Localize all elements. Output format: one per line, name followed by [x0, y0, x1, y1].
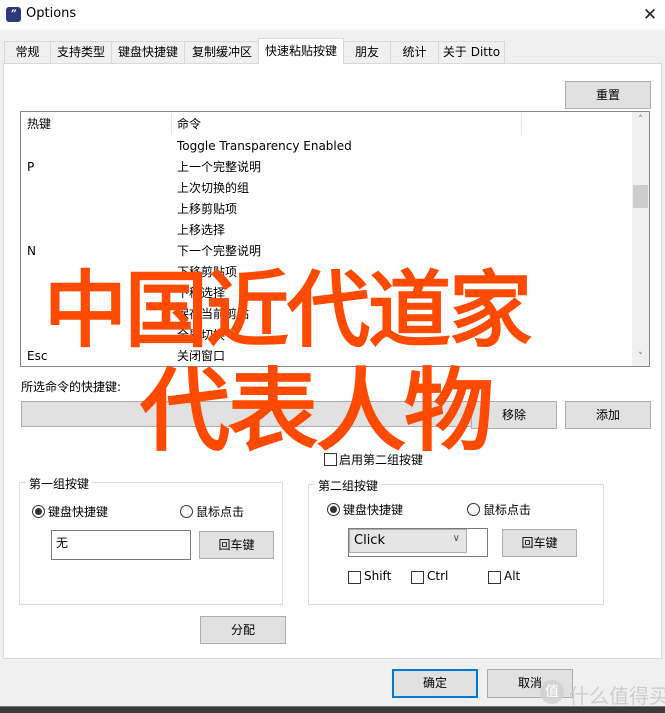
group2-title: 第二组按键 — [315, 477, 382, 494]
group2-radio-keyboard[interactable] — [327, 503, 340, 516]
tab-quick-paste-keys[interactable]: 快速粘贴按键 — [258, 38, 344, 64]
selected-command-shortcut-label: 所选命令的快捷键: — [21, 380, 122, 394]
row-command: 保存当前剪贴 — [177, 307, 250, 321]
list-row[interactable]: 下移选择 — [21, 283, 632, 304]
close-icon: ✕ — [642, 5, 658, 25]
column-header-hotkey[interactable]: 热键 — [21, 112, 171, 136]
shift-checkbox[interactable] — [348, 571, 361, 584]
row-command: 下一个完整说明 — [177, 244, 262, 258]
list-row[interactable]: P 上一个完整说明 — [21, 157, 632, 178]
group1-radio-mouse[interactable] — [180, 505, 193, 518]
list-row[interactable]: N 下一个完整说明 — [21, 241, 632, 262]
group2-key-field[interactable]: Click ∨ — [348, 528, 488, 557]
tab-friends[interactable]: 朋友 — [343, 41, 391, 63]
tab-copy-buffers[interactable]: 复制缓冲区 — [184, 41, 260, 63]
alt-checkbox[interactable] — [488, 571, 501, 584]
row-command: Toggle Transparency Enabled — [177, 139, 352, 153]
add-button[interactable]: 添加 — [565, 401, 651, 429]
tab-about[interactable]: 关于 Ditto — [438, 41, 505, 63]
watermark-logo-icon: 值 — [540, 680, 564, 704]
group2-enter-button[interactable]: 回车键 — [502, 529, 577, 557]
row-command: 上一个完整说明 — [177, 160, 262, 174]
group1-radio-keyboard[interactable] — [32, 505, 45, 518]
list-row[interactable]: Esc 关闭窗口 — [21, 346, 632, 366]
scroll-thumb[interactable] — [633, 185, 648, 208]
group1-key-input[interactable]: 无 — [51, 530, 191, 560]
chevron-down-icon: ∨ — [452, 533, 460, 544]
list-row[interactable]: 全屏切换 — [21, 325, 632, 346]
shortcut-field[interactable] — [21, 401, 529, 427]
row-hotkey: Esc — [27, 349, 48, 363]
group1-enter-button[interactable]: 回车键 — [199, 531, 274, 559]
group1-title: 第一组按键 — [26, 475, 93, 492]
window-title: Options — [26, 6, 77, 21]
vertical-scrollbar[interactable]: ˄ ˅ — [632, 112, 649, 366]
ctrl-checkbox[interactable] — [411, 571, 424, 584]
list-row[interactable]: 上移选择 — [21, 220, 632, 241]
tab-general[interactable]: 常规 — [4, 41, 51, 63]
remove-button[interactable]: 移除 — [471, 401, 557, 429]
tab-stats[interactable]: 统计 — [390, 41, 439, 63]
scroll-up-icon[interactable]: ˄ — [632, 112, 649, 129]
row-command: 上次切换的组 — [177, 181, 250, 195]
list-row[interactable]: 下移剪贴项 — [21, 262, 632, 283]
row-command: 下移剪贴项 — [177, 265, 238, 279]
ctrl-label: Ctrl — [427, 569, 449, 583]
row-command: 上移剪贴项 — [177, 202, 238, 216]
list-row[interactable]: 保存当前剪贴 — [21, 304, 632, 325]
reset-button[interactable]: 重置 — [565, 81, 651, 109]
group2-radio-mouse-label: 鼠标点击 — [483, 503, 532, 517]
list-row[interactable]: 上移剪贴项 — [21, 199, 632, 220]
background-strip — [0, 706, 665, 713]
title-bar — [0, 0, 665, 30]
hotkey-list[interactable]: 热键 命令 Toggle Transparency Enabled P 上一个完整… — [20, 111, 650, 367]
app-icon: ” — [6, 7, 21, 22]
enable-second-group-label: 启用第二组按键 — [339, 453, 424, 467]
group2-radio-keyboard-label: 键盘快捷键 — [343, 503, 404, 517]
assign-button[interactable]: 分配 — [200, 616, 286, 644]
group1-radio-mouse-label: 鼠标点击 — [196, 505, 245, 519]
row-command: 下移选择 — [177, 286, 226, 300]
row-command: 全屏切换 — [177, 328, 226, 342]
enable-second-group-checkbox[interactable] — [324, 453, 337, 466]
tab-supported-types[interactable]: 支持类型 — [50, 41, 112, 63]
ok-button[interactable]: 确定 — [392, 669, 478, 698]
row-command: 上移选择 — [177, 223, 226, 237]
shift-label: Shift — [364, 569, 392, 583]
row-hotkey: N — [27, 244, 36, 258]
group2-radio-mouse[interactable] — [467, 503, 480, 516]
list-header: 热键 命令 — [21, 112, 632, 136]
group2-mouse-dropdown[interactable]: Click ∨ — [349, 529, 467, 553]
scroll-down-icon[interactable]: ˅ — [632, 349, 649, 366]
column-separator — [521, 114, 522, 134]
column-header-command[interactable]: 命令 — [171, 112, 521, 136]
close-button[interactable]: ✕ — [636, 3, 664, 27]
row-command: 关闭窗口 — [177, 349, 226, 363]
list-row[interactable]: Toggle Transparency Enabled — [21, 136, 632, 157]
alt-label: Alt — [504, 569, 521, 583]
tab-keyboard-shortcuts[interactable]: 键盘快捷键 — [111, 41, 185, 63]
watermark-text: 什么值得买 — [569, 684, 665, 708]
dropdown-value: Click — [354, 533, 385, 548]
group1-radio-keyboard-label: 键盘快捷键 — [48, 505, 109, 519]
row-hotkey: P — [27, 160, 35, 174]
list-row[interactable]: 上次切换的组 — [21, 178, 632, 199]
